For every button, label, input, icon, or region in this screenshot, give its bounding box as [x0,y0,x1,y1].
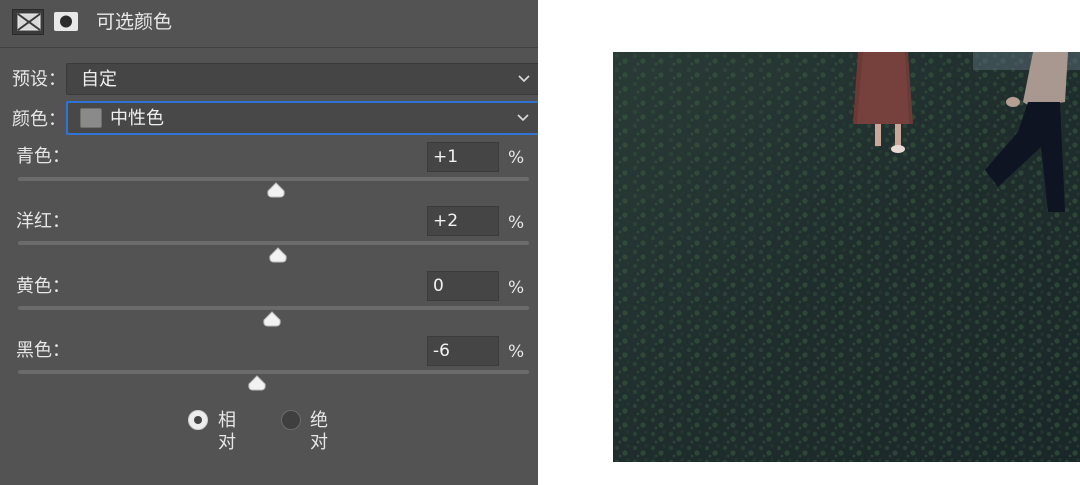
mask-icon[interactable] [52,9,80,35]
panel-title: 可选颜色 [96,11,173,33]
preset-label: 预设： [12,69,66,90]
magenta-slider-thumb[interactable] [268,247,288,263]
preset-select[interactable]: 自定 [66,63,538,95]
preset-value: 自定 [81,69,117,90]
colors-label: 颜色： [12,109,66,130]
absolute-radio[interactable] [281,410,301,430]
yellow-slider-track[interactable] [18,306,529,310]
header-divider [0,47,538,48]
chevron-down-icon [518,75,530,83]
relative-radio[interactable] [188,410,208,430]
colors-value: 中性色 [110,108,164,129]
magenta-slider-track[interactable] [18,241,529,245]
grass-field-image [613,52,1080,462]
yellow-label: 黄色： [16,276,70,297]
colors-select[interactable]: 中性色 [66,101,538,135]
magenta-label: 洋红： [16,211,70,232]
adjustment-layer-icon[interactable] [12,9,44,35]
black-label: 黑色： [16,340,70,361]
black-input[interactable]: -6 [427,336,499,366]
panel-header: 可选颜色 [0,0,538,48]
black-slider-thumb[interactable] [247,375,267,391]
selective-color-panel: 可选颜色 预设： 自定 颜色： 中性色 青色： +1 % 洋红： +2 % 黄色… [0,0,538,485]
cyan-slider-track[interactable] [18,177,529,181]
cyan-label: 青色： [16,146,70,167]
magenta-unit: % [508,213,525,233]
relative-label[interactable]: 相对 [218,410,236,454]
black-unit: % [508,342,525,362]
yellow-unit: % [508,278,525,298]
chevron-down-icon [517,114,529,122]
cyan-input[interactable]: +1 [427,142,499,172]
black-slider-track[interactable] [18,370,529,374]
cyan-unit: % [508,148,525,168]
yellow-slider-thumb[interactable] [262,311,282,327]
color-swatch [80,108,102,128]
photo-preview [613,52,1080,462]
absolute-label[interactable]: 绝对 [310,410,328,454]
yellow-input[interactable]: 0 [427,271,499,301]
magenta-input[interactable]: +2 [427,206,499,236]
cyan-slider-thumb[interactable] [266,182,286,198]
